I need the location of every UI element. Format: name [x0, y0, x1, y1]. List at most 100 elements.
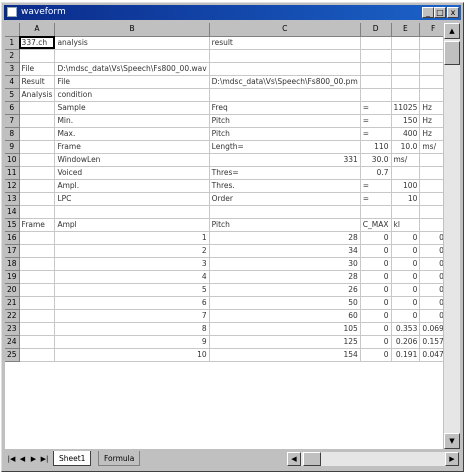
cell-b6[interactable]: Sample [54, 101, 210, 115]
cell-d19[interactable]: 0 [360, 270, 392, 284]
row-header[interactable]: 2 [5, 49, 20, 63]
scroll-down-icon[interactable]: ▼ [444, 433, 460, 449]
cell-a3[interactable]: File [19, 62, 56, 76]
cell-c15[interactable]: Pitch [209, 218, 361, 232]
cell-d5[interactable] [360, 88, 392, 102]
vertical-scrollbar[interactable]: ▲ ▼ [444, 23, 460, 449]
cell-d13[interactable]: = [360, 192, 392, 206]
cell-f5[interactable] [419, 88, 443, 102]
cell-d6[interactable]: = [360, 101, 392, 115]
cell-b23[interactable]: 8 [54, 322, 210, 336]
row-header[interactable]: 18 [5, 257, 20, 271]
app-icon[interactable] [7, 7, 17, 17]
cell-b1[interactable]: analysis [54, 36, 210, 50]
cell-d22[interactable]: 0 [360, 309, 392, 323]
cell-e20[interactable]: 0 [391, 283, 421, 297]
cell-e6[interactable]: 11025 [391, 101, 421, 115]
cell-a7[interactable] [19, 114, 56, 128]
cell-f18[interactable]: 0 [419, 257, 443, 271]
cell-b19[interactable]: 4 [54, 270, 210, 284]
cell-c5[interactable] [209, 88, 361, 102]
column-header-b[interactable]: B [54, 23, 210, 37]
cell-a13[interactable] [19, 192, 56, 206]
row-header[interactable]: 17 [5, 244, 20, 258]
cell-e8[interactable]: 400 [391, 127, 421, 141]
cell-c22[interactable]: 60 [209, 309, 361, 323]
cell-b11[interactable]: Voiced [54, 166, 210, 180]
cell-c16[interactable]: 28 [209, 231, 361, 245]
cell-a1[interactable]: 337.ch [19, 36, 56, 50]
cell-e9[interactable]: 10.0 [391, 140, 421, 154]
cell-a20[interactable] [19, 283, 56, 297]
column-header-d[interactable]: D [360, 23, 392, 37]
cell-f13[interactable] [419, 192, 443, 206]
cell-c9[interactable]: Length= [209, 140, 361, 154]
cell-d9[interactable]: 110 [360, 140, 392, 154]
cell-b2[interactable] [54, 49, 210, 63]
cell-d16[interactable]: 0 [360, 231, 392, 245]
row-header[interactable]: 9 [5, 140, 20, 154]
cell-e25[interactable]: 0.191 [391, 348, 421, 362]
cell-c21[interactable]: 50 [209, 296, 361, 310]
cell-a16[interactable] [19, 231, 56, 245]
cell-a18[interactable] [19, 257, 56, 271]
cell-a14[interactable] [19, 205, 56, 219]
row-header[interactable]: 20 [5, 283, 20, 297]
cell-b12[interactable]: Ampl. [54, 179, 210, 193]
row-header[interactable]: 14 [5, 205, 20, 219]
tab-sheet1[interactable]: Sheet1 [53, 451, 92, 466]
cell-d11[interactable]: 0.7 [360, 166, 392, 180]
cell-a6[interactable] [19, 101, 56, 115]
row-header[interactable]: 13 [5, 192, 20, 206]
row-header[interactable]: 22 [5, 309, 20, 323]
cell-a12[interactable] [19, 179, 56, 193]
cell-b21[interactable]: 6 [54, 296, 210, 310]
cell-a21[interactable] [19, 296, 56, 310]
column-header-f[interactable]: F [419, 23, 443, 37]
row-header[interactable]: 5 [5, 88, 20, 102]
cell-b25[interactable]: 10 [54, 348, 210, 362]
cell-c11[interactable]: Thres= [209, 166, 361, 180]
cell-d23[interactable]: 0 [360, 322, 392, 336]
horizontal-scrollbar[interactable]: ◀ ▶ [287, 452, 459, 466]
cell-b7[interactable]: Min. [54, 114, 210, 128]
cell-f4[interactable] [419, 75, 443, 89]
cell-d14[interactable] [360, 205, 392, 219]
cell-f7[interactable]: Hz [419, 114, 443, 128]
cell-d20[interactable]: 0 [360, 283, 392, 297]
cell-c24[interactable]: 125 [209, 335, 361, 349]
cell-e13[interactable]: 10 [391, 192, 421, 206]
cell-a9[interactable] [19, 140, 56, 154]
cell-e19[interactable]: 0 [391, 270, 421, 284]
cell-e7[interactable]: 150 [391, 114, 421, 128]
cell-d24[interactable]: 0 [360, 335, 392, 349]
cell-c20[interactable]: 26 [209, 283, 361, 297]
row-header[interactable]: 11 [5, 166, 20, 180]
cell-b24[interactable]: 9 [54, 335, 210, 349]
cell-c19[interactable]: 28 [209, 270, 361, 284]
row-header[interactable]: 4 [5, 75, 20, 89]
cell-d18[interactable]: 0 [360, 257, 392, 271]
cell-a4[interactable]: Result [19, 75, 56, 89]
cell-f21[interactable]: 0 [419, 296, 443, 310]
worksheet-grid[interactable]: ABCDEF 1 337.ch analysis result 2 3 File D:\mds… [5, 23, 443, 449]
cell-e4[interactable] [391, 75, 421, 89]
title-bar[interactable]: waveform _ □ x [4, 5, 461, 20]
row-header[interactable]: 6 [5, 101, 20, 115]
cell-c17[interactable]: 34 [209, 244, 361, 258]
cell-f12[interactable] [419, 179, 443, 193]
cell-c2[interactable] [209, 49, 361, 63]
cell-d12[interactable]: = [360, 179, 392, 193]
cell-a10[interactable] [19, 153, 56, 167]
minimize-button[interactable]: _ [422, 7, 434, 18]
cell-d10[interactable]: 30.0 [360, 153, 392, 167]
cell-b15[interactable]: Ampl [54, 218, 210, 232]
cell-a15[interactable]: Frame [19, 218, 56, 232]
row-header[interactable]: 24 [5, 335, 20, 349]
cell-a5[interactable]: Analysis [19, 88, 56, 102]
row-header[interactable]: 19 [5, 270, 20, 284]
cell-b18[interactable]: 3 [54, 257, 210, 271]
maximize-button[interactable]: □ [434, 7, 446, 18]
select-all-corner[interactable] [5, 23, 20, 37]
cell-f16[interactable]: 0 [419, 231, 443, 245]
